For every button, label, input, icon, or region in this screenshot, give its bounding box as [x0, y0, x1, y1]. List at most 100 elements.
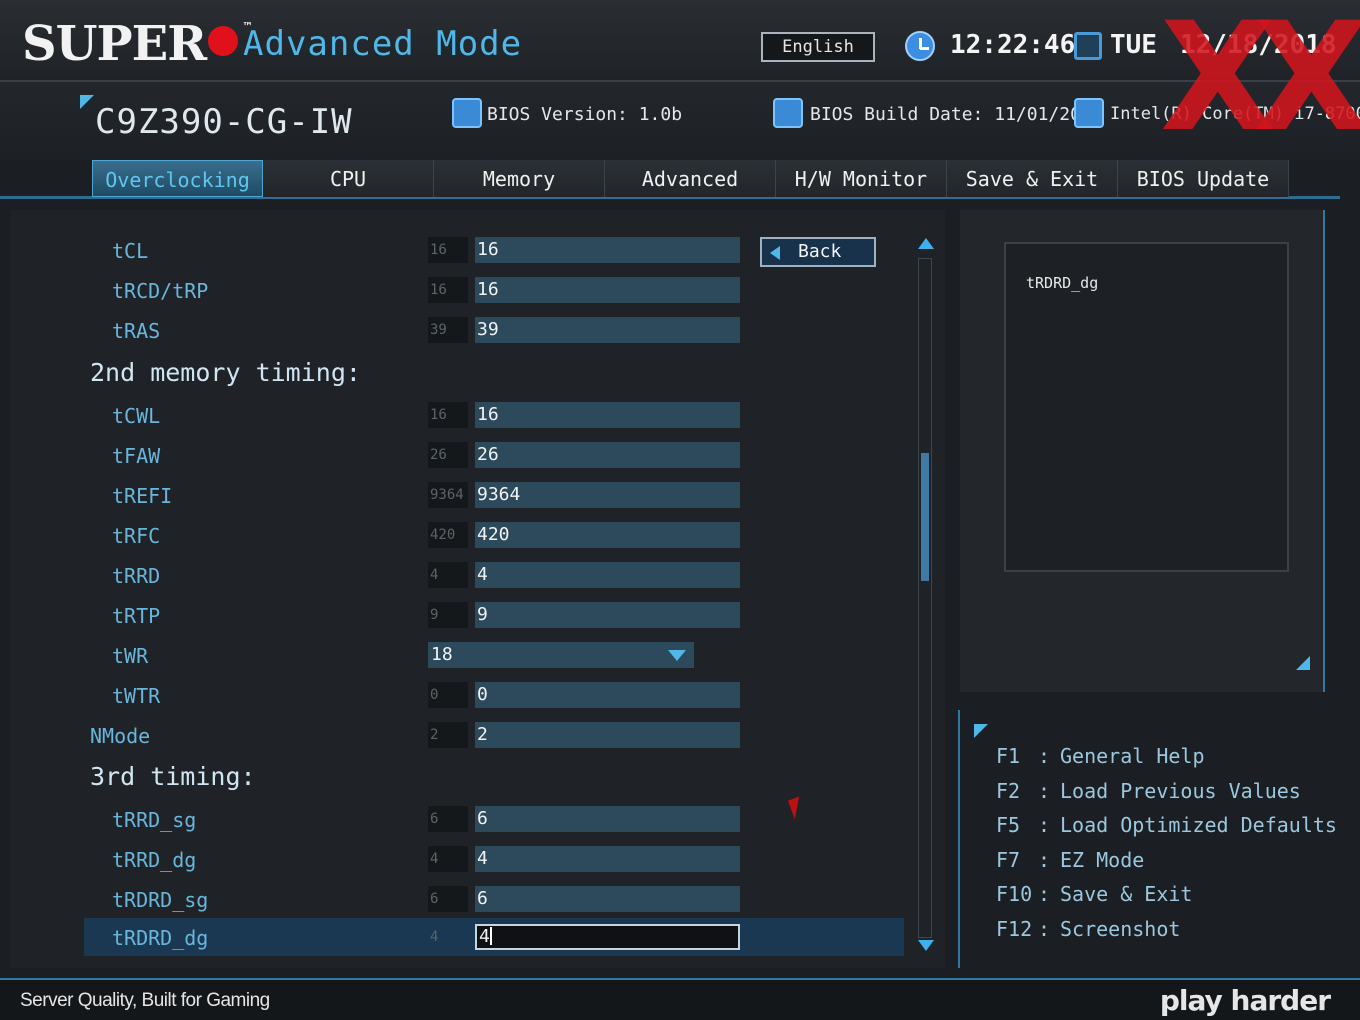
hotkey-desc: Screenshot — [1060, 917, 1181, 941]
setting-row[interactable]: tCL 16 16 — [10, 235, 915, 273]
setting-row[interactable]: tWR 18 — [10, 640, 915, 678]
previous-value: 9364 — [428, 482, 468, 508]
previous-value: 16 — [428, 237, 468, 263]
hotkey-key: F5 — [996, 813, 1021, 837]
text-cursor — [489, 927, 492, 945]
settings-panel: Back tCL 16 16 tRCD/tRP 16 16 tRAS 39 39… — [10, 210, 945, 968]
hotkey-desc: General Help — [1060, 744, 1205, 768]
value-field[interactable]: 4 — [475, 562, 740, 588]
setting-row[interactable]: tRDRD_sg 6 6 — [10, 884, 915, 922]
setting-label: tCWL — [112, 404, 161, 428]
setting-row[interactable]: tRTP 9 9 — [10, 600, 915, 638]
setting-row[interactable]: tRRD_sg 6 6 — [10, 804, 915, 842]
tab-bios-update[interactable]: BIOS Update — [1118, 160, 1289, 197]
tab-advanced[interactable]: Advanced — [605, 160, 776, 197]
tab-overclocking[interactable]: Overclocking — [92, 160, 263, 197]
previous-value: 6 — [428, 886, 468, 912]
corner-marker-icon — [80, 95, 94, 109]
setting-label: tREFI — [112, 484, 173, 508]
value-field[interactable]: 420 — [475, 522, 740, 548]
setting-row[interactable]: NMode 2 2 — [10, 720, 915, 758]
previous-value: 420 — [428, 522, 468, 548]
setting-row[interactable]: tWTR 0 0 — [10, 680, 915, 718]
corner-marker-icon — [1296, 656, 1310, 670]
value-field[interactable]: 9364 — [475, 482, 740, 508]
setting-row[interactable]: tRRD_dg 4 4 — [10, 844, 915, 882]
setting-label: tRRD_dg — [112, 848, 197, 872]
hotkey-desc: Save & Exit — [1060, 882, 1193, 906]
hotkey-item: F12: Screenshot — [996, 917, 1181, 941]
previous-value: 4 — [430, 929, 439, 945]
scroll-down-icon[interactable] — [918, 940, 934, 951]
twr-dropdown[interactable]: 18 — [428, 642, 694, 668]
setting-row[interactable]: tFAW 26 26 — [10, 440, 915, 478]
tab-bar: Overclocking CPU Memory Advanced H/W Mon… — [92, 160, 1289, 197]
setting-row[interactable]: tCWL 16 16 — [10, 400, 915, 438]
bios-chip-icon — [452, 98, 482, 128]
hotkey-key: F1 — [996, 744, 1021, 768]
hotkey-key: F7 — [996, 848, 1021, 872]
setting-label: tFAW — [112, 444, 161, 468]
tab-hw-monitor[interactable]: H/W Monitor — [776, 160, 947, 197]
logo-dot-icon — [208, 26, 239, 56]
previous-value: 4 — [428, 562, 468, 588]
setting-row[interactable]: tREFI 9364 9364 — [10, 480, 915, 518]
logo-text: SUPER — [22, 16, 207, 72]
hotkey-item: F7: EZ Mode — [996, 848, 1145, 872]
tab-cpu[interactable]: CPU — [263, 160, 434, 197]
bios-build-date: BIOS Build Date: 11/01/2018 — [810, 104, 1103, 125]
setting-label: tRAS — [112, 319, 161, 343]
footer-slogan: Server Quality, Built for Gaming — [20, 990, 270, 1011]
setting-label: tRCD/tRP — [112, 279, 209, 303]
cpu-chip-icon — [1074, 98, 1104, 128]
value-field[interactable]: 9 — [475, 602, 740, 628]
setting-label: tRFC — [112, 524, 161, 548]
calendar-icon — [1074, 32, 1102, 60]
setting-row[interactable]: tRCD/tRP 16 16 — [10, 275, 915, 313]
value-field[interactable]: 16 — [475, 237, 740, 263]
value-field[interactable]: 6 — [475, 886, 740, 912]
scrollbar-track[interactable] — [918, 258, 932, 938]
section-heading: 2nd memory timing: — [90, 358, 361, 387]
value-field[interactable]: 16 — [475, 277, 740, 303]
language-button[interactable]: English — [761, 32, 875, 62]
setting-row-selected[interactable]: tRDRD_dg 4 4 — [84, 918, 904, 956]
hotkey-desc: Load Optimized Defaults — [1060, 813, 1337, 837]
value-field[interactable]: 2 — [475, 722, 740, 748]
setting-row[interactable]: tRAS 39 39 — [10, 315, 915, 353]
tab-memory[interactable]: Memory — [434, 160, 605, 197]
value-field[interactable]: 39 — [475, 317, 740, 343]
value-field[interactable]: 26 — [475, 442, 740, 468]
value-field-editing[interactable]: 4 — [475, 924, 740, 950]
setting-label: tRTP — [112, 604, 161, 628]
hotkey-desc: EZ Mode — [1060, 848, 1145, 872]
footer: Server Quality, Built for Gaming play ha… — [0, 978, 1360, 1020]
chevron-down-icon — [668, 650, 686, 661]
bios-version: BIOS Version: 1.0b — [487, 104, 683, 125]
setting-label: tRDRD_dg — [112, 926, 209, 950]
tab-save-exit[interactable]: Save & Exit — [947, 160, 1118, 197]
setting-label: tWR — [112, 644, 149, 668]
setting-row[interactable]: tRRD 4 4 — [10, 560, 915, 598]
help-box: tRDRD_dg — [1004, 242, 1289, 572]
value-field[interactable]: 4 — [475, 846, 740, 872]
scroll-up-icon[interactable] — [918, 238, 934, 249]
dropdown-value: 18 — [431, 644, 453, 665]
help-panel: tRDRD_dg — [960, 210, 1325, 692]
hotkey-item: F5: Load Optimized Defaults — [996, 813, 1337, 837]
value-field[interactable]: 0 — [475, 682, 740, 708]
setting-row[interactable]: tRFC 420 420 — [10, 520, 915, 558]
model-name: C9Z390-CG-IW — [95, 102, 353, 142]
setting-label: tRRD_sg — [112, 808, 197, 832]
hotkey-key: F10 — [996, 882, 1033, 906]
value-field[interactable]: 6 — [475, 806, 740, 832]
hotkey-desc: Load Previous Values — [1060, 779, 1301, 803]
help-text: tRDRD_dg — [1026, 274, 1099, 292]
hotkey-item: F2: Load Previous Values — [996, 779, 1301, 803]
scrollbar-thumb[interactable] — [921, 453, 929, 581]
watermark-xx-icon: XX — [1160, 0, 1360, 165]
setting-label: tWTR — [112, 684, 161, 708]
value-field[interactable]: 16 — [475, 402, 740, 428]
hotkey-item: F10: Save & Exit — [996, 882, 1193, 906]
previous-value: 39 — [428, 317, 468, 343]
